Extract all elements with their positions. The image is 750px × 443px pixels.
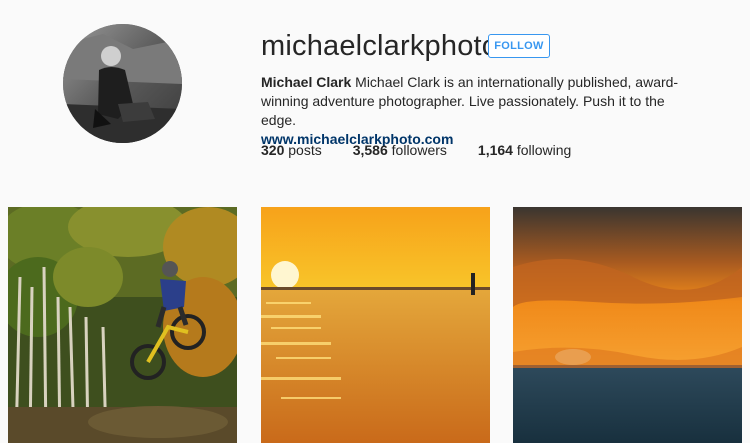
following-label: following — [516, 142, 572, 158]
post-image-sunset-yellow — [261, 207, 490, 443]
profile-bio: Michael Clark Michael Clark is an intern… — [261, 73, 701, 149]
follow-button[interactable]: FOLLOW — [488, 34, 550, 58]
post-image-sunset-orange — [513, 207, 742, 443]
following-count: 1,164 — [477, 142, 513, 158]
profile-username: michaelclarkphoto — [261, 30, 499, 62]
posts-stat: 320 posts — [261, 142, 322, 158]
posts-label: posts — [288, 142, 322, 158]
following-stat[interactable]: 1,164 following — [478, 142, 571, 158]
posts-count: 320 — [261, 142, 285, 158]
profile-avatar[interactable] — [63, 24, 182, 143]
avatar-photo — [63, 24, 182, 143]
post-image-bike — [8, 207, 237, 443]
profile-stats: 320 posts 3,586 followers 1,164 followin… — [261, 142, 602, 158]
post-thumbnail[interactable] — [261, 207, 490, 443]
profile-full-name: Michael Clark — [261, 74, 352, 90]
followers-stat[interactable]: 3,586 followers — [353, 142, 447, 158]
post-thumbnail[interactable] — [8, 207, 237, 443]
post-thumbnail[interactable] — [513, 207, 742, 443]
followers-count: 3,586 — [352, 142, 388, 158]
followers-label: followers — [391, 142, 447, 158]
